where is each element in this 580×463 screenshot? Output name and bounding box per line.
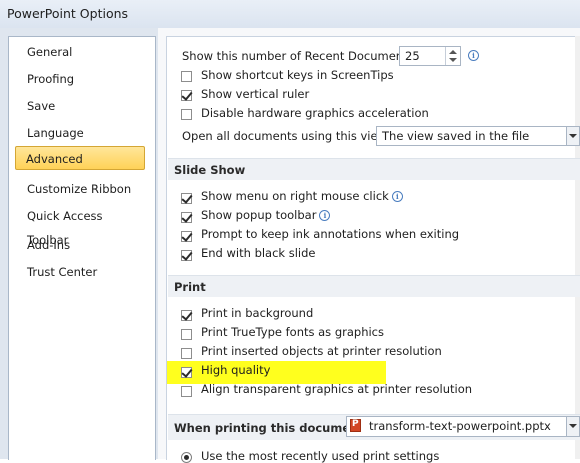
sidebar-item-proofing[interactable]: Proofing [17, 67, 143, 91]
print-heading: Print [168, 275, 580, 297]
high-quality-checkbox[interactable] [181, 367, 192, 378]
recent-docs-value[interactable]: 25 [405, 49, 420, 63]
window-title: PowerPoint Options [7, 6, 129, 21]
truetype-checkbox[interactable] [181, 329, 192, 340]
sidebar-item-quick-access-toolbar[interactable]: Quick Access Toolbar [17, 204, 143, 247]
printing-doc-value: transform-text-powerpoint.pptx [369, 419, 551, 433]
recent-docs-spinner[interactable]: 25 [399, 46, 461, 66]
vertical-ruler-checkbox[interactable] [181, 90, 192, 101]
ink-annotations-checkbox[interactable] [181, 231, 192, 242]
popup-toolbar-checkbox[interactable] [181, 212, 192, 223]
info-icon[interactable]: i [468, 50, 479, 61]
open-view-dropdown[interactable]: The view saved in the file [376, 126, 580, 146]
right-click-menu-label: Show menu on right mouse click [201, 189, 389, 203]
align-transparent-checkbox[interactable] [181, 386, 192, 397]
hw-accel-label: Disable hardware graphics acceleration [201, 106, 429, 120]
hw-accel-checkbox[interactable] [181, 109, 192, 120]
truetype-label: Print TrueType fonts as graphics [201, 325, 385, 339]
spinner-arrows[interactable] [445, 47, 460, 65]
black-slide-label: End with black slide [201, 246, 316, 260]
sidebar-item-advanced[interactable]: Advanced [15, 146, 145, 170]
recent-print-settings-radio[interactable] [181, 452, 192, 463]
recent-print-settings-label: Use the most recently used print setting… [201, 449, 440, 463]
shortcut-keys-checkbox[interactable] [181, 71, 192, 82]
high-quality-label: High quality [201, 363, 271, 377]
right-click-menu-checkbox[interactable] [181, 193, 192, 204]
high-quality-highlight [167, 361, 386, 384]
chevron-down-icon[interactable] [566, 417, 579, 436]
inserted-objects-checkbox[interactable] [181, 348, 192, 359]
info-icon[interactable]: i [391, 191, 403, 202]
slide-show-heading: Slide Show [168, 158, 580, 180]
spin-down-icon[interactable] [449, 58, 457, 62]
black-slide-checkbox[interactable] [181, 250, 192, 261]
sidebar-item-customize-ribbon[interactable]: Customize Ribbon [17, 177, 143, 201]
popup-toolbar-label: Show popup toolbar [201, 208, 317, 222]
open-view-label: Open all documents using this view [182, 129, 387, 143]
title-bar: PowerPoint Options [0, 0, 580, 29]
slide-show-item: Show menu on right mouse click i [201, 189, 403, 203]
inserted-objects-label: Print inserted objects at printer resolu… [201, 344, 442, 358]
scrollbar[interactable] [575, 36, 580, 459]
spin-up-icon[interactable] [449, 50, 457, 54]
align-transparent-label: Align transparent graphics at printer re… [201, 382, 473, 396]
chevron-down-icon[interactable] [566, 127, 579, 145]
sidebar-item-save[interactable]: Save [17, 94, 143, 118]
slide-show-item: Show popup toolbar i [201, 208, 331, 222]
sidebar-item-language[interactable]: Language [17, 121, 143, 145]
print-background-label: Print in background [201, 306, 314, 320]
ink-annotations-label: Prompt to keep ink annotations when exit… [201, 227, 460, 241]
printing-doc-dropdown[interactable]: transform-text-powerpoint.pptx [346, 416, 580, 437]
info-icon[interactable]: i [319, 210, 331, 221]
sidebar-item-add-ins[interactable]: Add-Ins [17, 233, 143, 257]
pptx-file-icon [350, 419, 361, 432]
print-background-checkbox[interactable] [181, 310, 192, 321]
open-view-value: The view saved in the file [382, 129, 530, 143]
recent-docs-label: Show this number of Recent Documents: [182, 49, 418, 63]
shortcut-keys-label: Show shortcut keys in ScreenTips [201, 68, 394, 82]
sidebar-item-trust-center[interactable]: Trust Center [17, 260, 143, 284]
sidebar-item-general[interactable]: General [17, 40, 143, 64]
vertical-ruler-label: Show vertical ruler [201, 87, 310, 101]
